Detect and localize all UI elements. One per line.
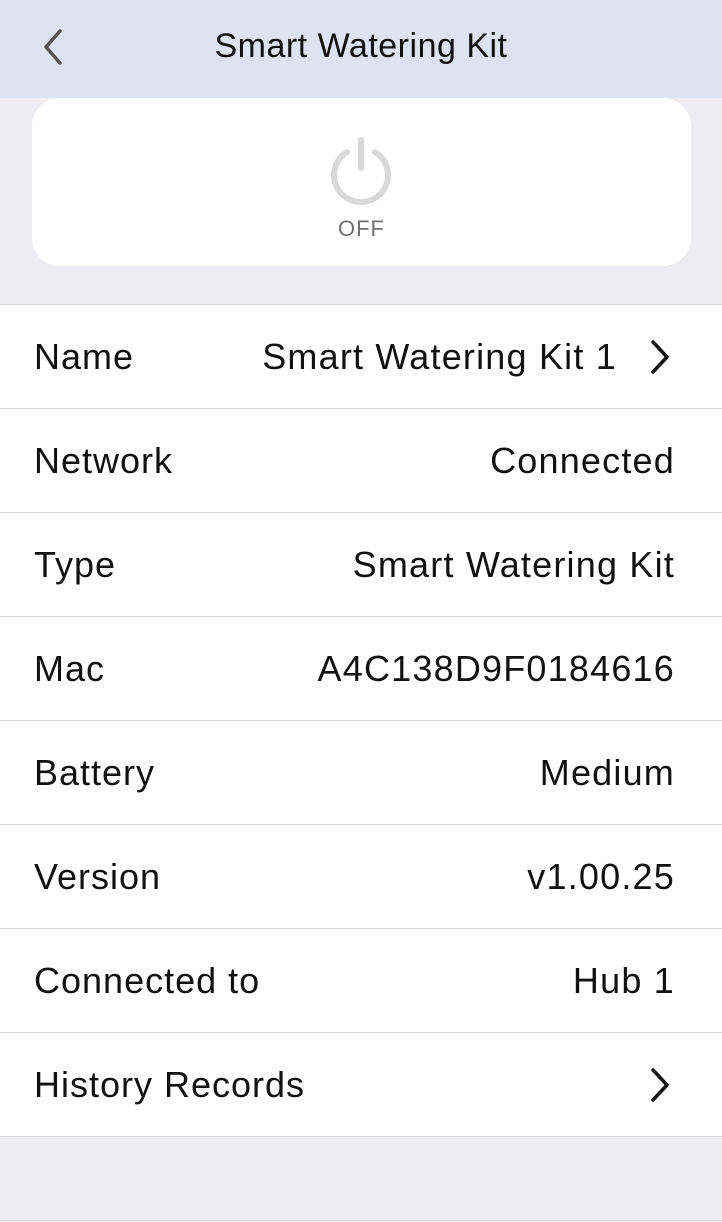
detail-value: Hub 1	[572, 959, 675, 1001]
detail-label: History Records	[34, 1063, 306, 1105]
detail-label: Mac	[34, 647, 106, 689]
detail-row-connected-to: Connected to Hub 1	[0, 929, 722, 1033]
footer-spacer	[0, 1144, 722, 1221]
detail-row-type: Type Smart Watering Kit	[0, 513, 722, 617]
detail-row-battery: Battery Medium	[0, 721, 722, 825]
detail-label: Type	[34, 543, 117, 585]
detail-value: Smart Watering Kit	[352, 543, 675, 585]
device-details-list: Name Smart Watering Kit 1 Network Connec…	[0, 304, 722, 1137]
detail-label: Name	[34, 335, 135, 377]
detail-row-version: Version v1.00.25	[0, 825, 722, 929]
detail-value: Connected	[490, 439, 675, 481]
chevron-right-icon	[645, 1065, 675, 1105]
power-card: OFF	[32, 98, 691, 266]
chevron-right-icon	[645, 337, 675, 377]
detail-value: Smart Watering Kit 1	[262, 335, 617, 377]
power-icon	[331, 137, 391, 206]
detail-value: Medium	[539, 751, 675, 793]
detail-label: Version	[34, 855, 162, 897]
power-status-text: OFF	[338, 216, 385, 241]
power-button[interactable]	[323, 132, 399, 208]
detail-label: Network	[34, 439, 174, 481]
detail-row-mac: Mac A4C138D9F0184616	[0, 617, 722, 721]
detail-row-network: Network Connected	[0, 409, 722, 513]
detail-label: Battery	[34, 751, 156, 793]
detail-value: v1.00.25	[527, 855, 675, 897]
app-header: Smart Watering Kit	[0, 0, 722, 98]
detail-value: A4C138D9F0184616	[317, 647, 675, 689]
detail-row-history-records[interactable]: History Records	[0, 1033, 722, 1137]
detail-row-name[interactable]: Name Smart Watering Kit 1	[0, 305, 722, 409]
detail-label: Connected to	[34, 959, 261, 1001]
page-title: Smart Watering Kit	[214, 27, 508, 65]
